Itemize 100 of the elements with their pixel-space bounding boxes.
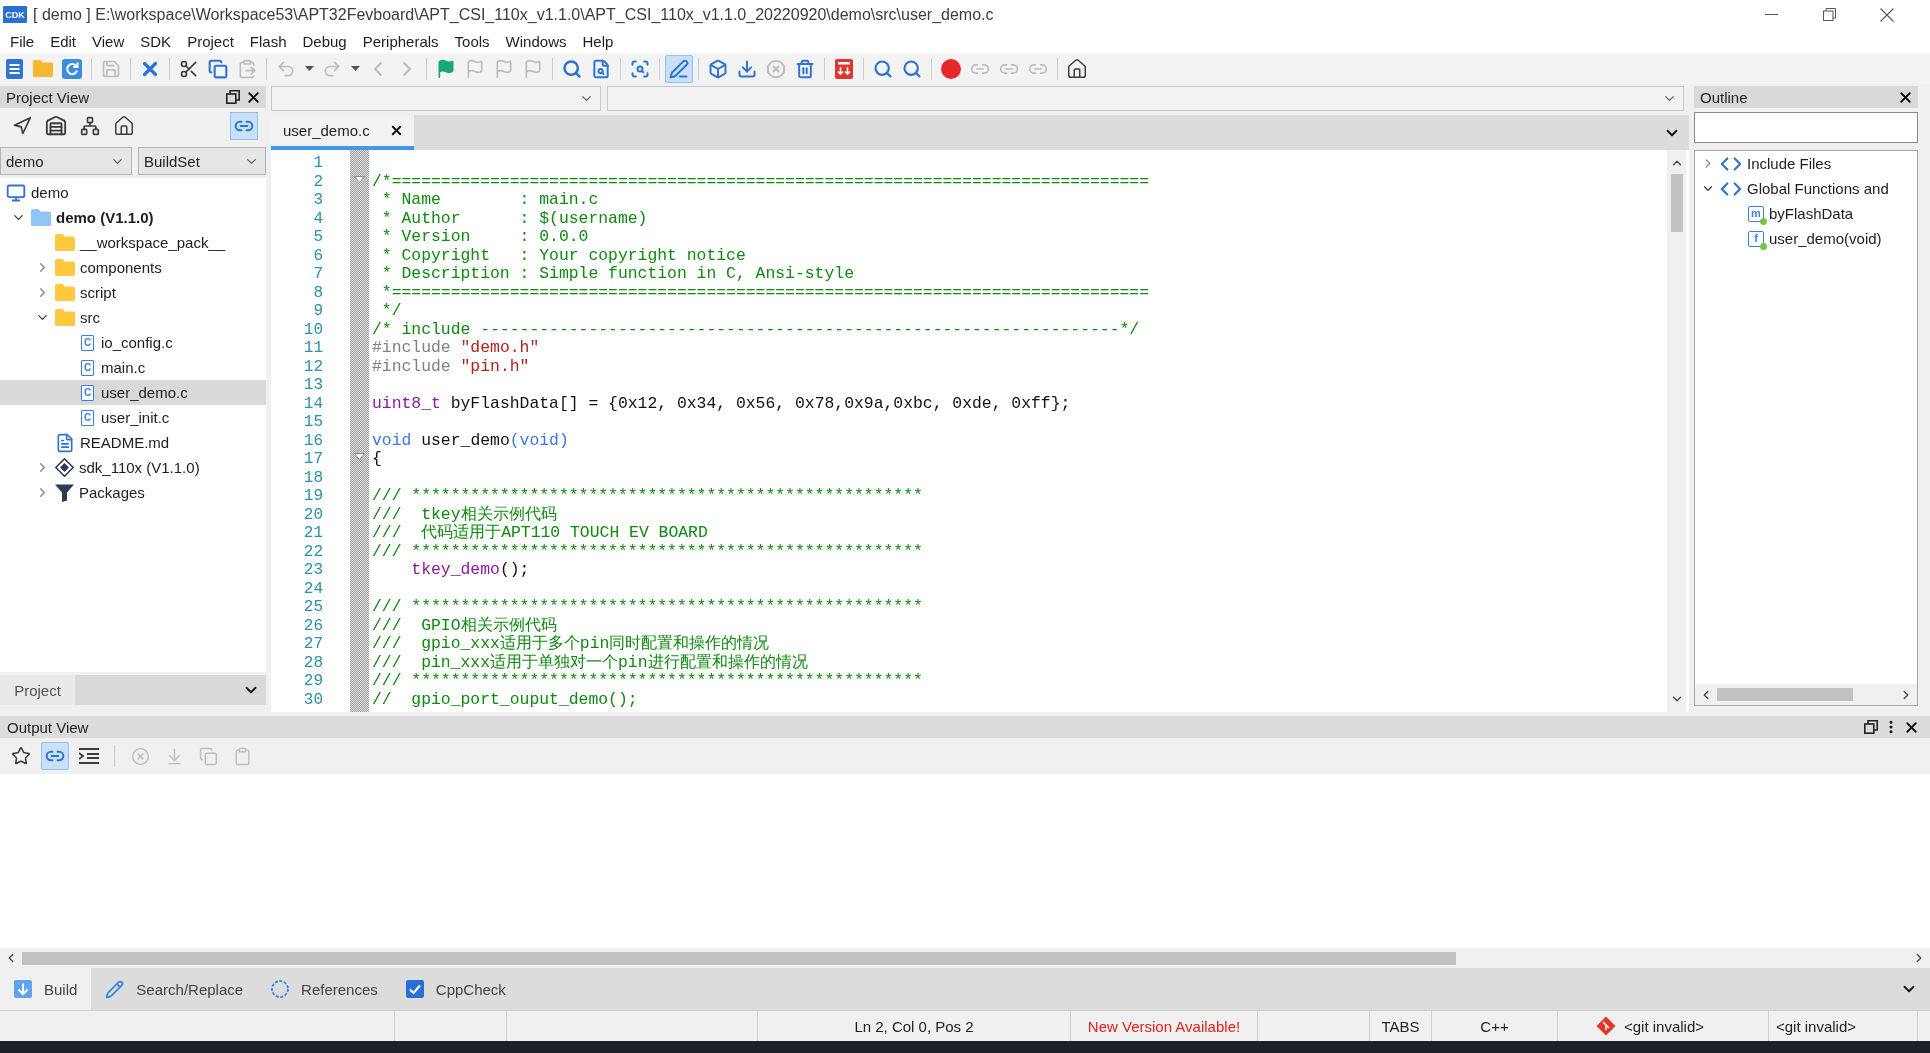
outline-item[interactable]: Include Files — [1695, 151, 1917, 176]
scrollbar-thumb[interactable] — [1717, 688, 1853, 701]
window-title: [ demo ] E:\workspace\Workspace53\APT32Fevboard\APT_CSI_110x_v1.1.0\APT_CSI_110x_v1.1.0_20220920\demo\src\user_demo.c — [33, 5, 994, 24]
code-line: #include "pin.h" — [372, 357, 530, 376]
tree-item[interactable]: C user_demo.c — [0, 380, 266, 405]
code-line: /// tkey相关示例代码 — [372, 505, 557, 524]
tree-item[interactable]: README.md — [0, 430, 266, 455]
code-line: /// **************************************************** — [372, 598, 923, 616]
tree-item[interactable]: components — [0, 255, 266, 280]
code-line: { — [372, 450, 382, 469]
line-number: 19 — [303, 487, 323, 506]
menu-item[interactable]: Peripherals — [354, 30, 447, 52]
arrow-tile-icon — [835, 58, 853, 79]
circle-x-icon — [766, 58, 786, 79]
tree-item[interactable]: C io_config.c — [0, 330, 266, 355]
code-line: /// **************************************************** — [372, 487, 923, 505]
outline-item[interactable]: f user_demo(void) — [1695, 226, 1917, 251]
folder-icon — [33, 60, 53, 77]
menu-item[interactable]: Flash — [241, 30, 295, 52]
tree-item[interactable]: demo (V1.1.0) — [0, 205, 266, 230]
tree-item[interactable]: C main.c — [0, 355, 266, 380]
flag-icon — [436, 58, 456, 79]
tree-item[interactable]: sdk_110x (V1.1.0) — [0, 455, 266, 480]
code-line: uint8_t byFlashData[] = {0x12, 0x34, 0x56, 0x78,0x9a,0xbc, 0xde, 0xff}; — [372, 394, 1071, 413]
restore-icon — [1822, 8, 1836, 21]
output-tab[interactable]: Build — [0, 968, 92, 1010]
menu-item[interactable]: Edit — [42, 30, 85, 52]
file-icon: C — [81, 334, 94, 351]
tree-item[interactable]: Packages — [0, 480, 266, 505]
clipboard-icon — [237, 58, 257, 79]
panel-tab[interactable]: Project — [0, 675, 75, 705]
folder-icon — [55, 284, 75, 301]
hierarchy-icon — [80, 116, 100, 136]
fold-marker-icon[interactable] — [354, 453, 365, 460]
funnel-icon — [55, 483, 74, 502]
output-tab[interactable]: Search/Replace — [91, 968, 258, 1010]
line-number: 16 — [303, 431, 323, 450]
trash-icon — [795, 58, 815, 79]
tree-item[interactable]: demo — [0, 180, 266, 205]
folder-icon — [55, 234, 75, 251]
checkbox-icon — [405, 980, 424, 998]
scan-search-icon — [630, 58, 650, 79]
git-icon — [1596, 1016, 1616, 1036]
menu-item[interactable]: View — [84, 30, 133, 52]
menu-item[interactable]: SDK — [132, 30, 180, 52]
scrollbar-thumb[interactable] — [1670, 174, 1683, 232]
menu-item[interactable]: File — [2, 30, 43, 52]
menu-item[interactable]: Windows — [497, 30, 575, 52]
tree-item[interactable]: __workspace_pack__ — [0, 230, 266, 255]
code-line: /// **************************************************** — [372, 542, 923, 561]
line-number: 20 — [303, 505, 323, 524]
menu-item[interactable]: Help — [574, 30, 622, 52]
project-select[interactable]: demo — [0, 147, 132, 175]
code-line: void user_demo(void) — [372, 431, 569, 450]
float-button[interactable] — [1862, 718, 1880, 736]
editor-tab[interactable]: user_demo.c — [271, 115, 414, 150]
outline-item[interactable]: Global Functions and — [1695, 176, 1917, 201]
code-line: tkey_demo(); — [410, 561, 530, 580]
document-icon — [5, 58, 23, 79]
folder-icon — [31, 209, 51, 226]
line-number: 25 — [303, 598, 323, 617]
search-field[interactable] — [1694, 112, 1918, 143]
menu-item[interactable]: Tools — [446, 30, 498, 52]
tree-item[interactable]: script — [0, 280, 266, 305]
outline-item[interactable]: m byFlashData — [1695, 201, 1917, 226]
code-line: /*============================================================================= — [372, 172, 1150, 191]
code-line: #include "demo.h" — [372, 339, 540, 358]
code-line: * Description : Simple function in C, Ansi-style — [380, 265, 854, 284]
horizontal-scrollbar[interactable] — [1695, 684, 1917, 705]
scissors-icon — [179, 58, 199, 79]
copy-icon — [208, 58, 228, 79]
line-number: 24 — [303, 579, 323, 598]
float-button[interactable] — [224, 88, 242, 106]
scrollbar-thumb[interactable] — [22, 951, 1456, 965]
code-line: /// **************************************************** — [372, 672, 923, 691]
line-number: 1 — [313, 154, 323, 173]
panel-title: Output View — [7, 718, 89, 736]
line-number: 30 — [303, 690, 323, 709]
code-line: /// pin_xxx适用于单独对一个pin进行配置和操作的情况 — [372, 653, 808, 672]
close-icon[interactable] — [389, 123, 404, 138]
symbol-tile: m — [1748, 205, 1764, 222]
output-tab[interactable]: References — [257, 968, 392, 1010]
build-set-select[interactable]: BuildSet — [138, 147, 266, 175]
output-tab[interactable]: CppCheck — [391, 968, 520, 1010]
file-icon: C — [81, 409, 94, 426]
tree-item[interactable]: C user_init.c — [0, 405, 266, 430]
line-number: 9 — [313, 302, 323, 321]
pencil-icon — [105, 979, 125, 999]
arrow-down-icon — [14, 980, 32, 998]
fold-marker-icon[interactable] — [354, 175, 365, 183]
caret-down-icon — [350, 66, 360, 71]
line-number: 28 — [303, 653, 323, 672]
code-line: *============================================================================= — [380, 283, 1150, 302]
vertical-scrollbar[interactable] — [1667, 150, 1686, 712]
menu-item[interactable]: Project — [179, 30, 242, 52]
flag-icon — [465, 58, 485, 79]
menu-item[interactable]: Debug — [294, 30, 355, 52]
tree-item[interactable]: src — [0, 305, 266, 330]
code-line: * Name : main.c — [380, 191, 599, 210]
line-number: 27 — [303, 635, 323, 654]
